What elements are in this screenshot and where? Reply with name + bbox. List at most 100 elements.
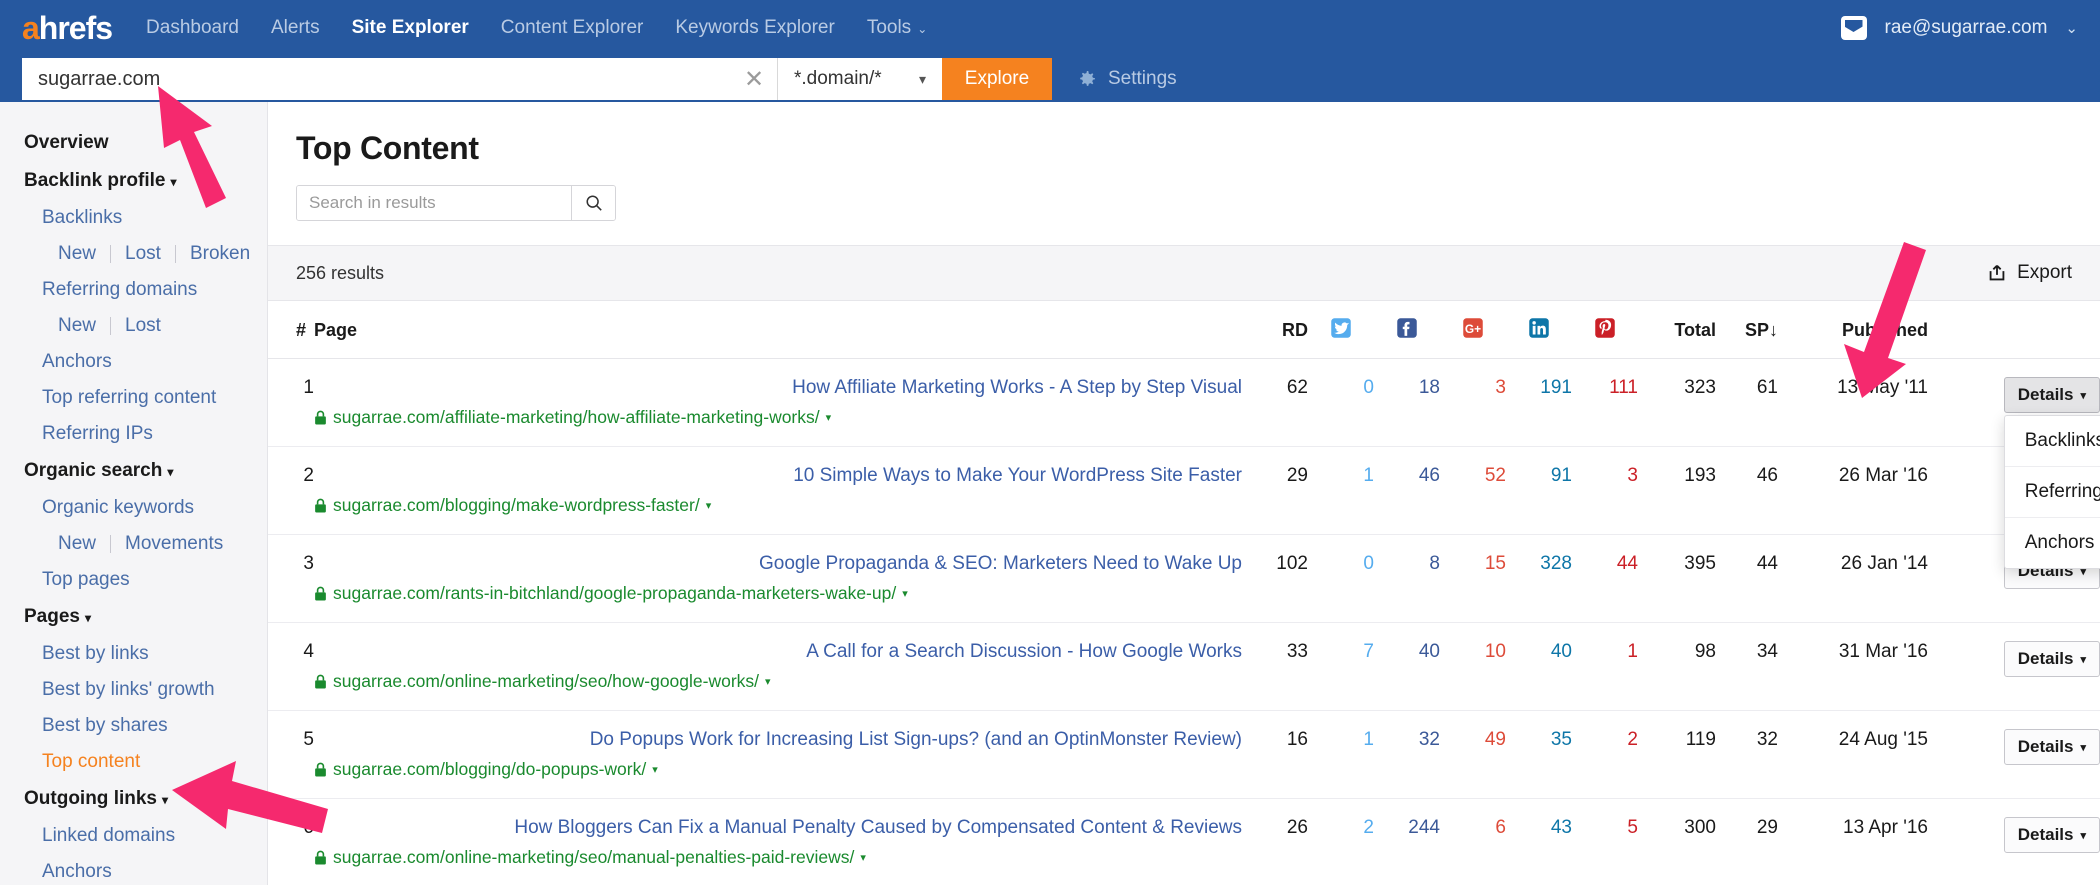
row-metric-fb[interactable]: 46 — [1374, 446, 1440, 535]
sidebar-group-organic-search[interactable]: Organic search ▾ — [0, 452, 267, 490]
sidebar-item-best-by-links[interactable]: Best by links — [0, 636, 267, 672]
row-metric-gp[interactable]: 3 — [1440, 358, 1506, 447]
column-header-twitter[interactable] — [1308, 301, 1374, 359]
chevron-down-icon[interactable]: ▾ — [652, 763, 658, 776]
page-title-link[interactable]: Google Propaganda & SEO: Marketers Need … — [314, 553, 1242, 575]
close-icon[interactable]: ✕ — [731, 58, 777, 100]
row-metric-gp[interactable]: 52 — [1440, 446, 1506, 535]
nav-link-keywords-explorer[interactable]: Keywords Explorer — [673, 13, 836, 43]
row-metric-tw[interactable]: 1 — [1308, 710, 1374, 799]
column-header-facebook[interactable] — [1374, 301, 1440, 359]
column-header-googleplus[interactable]: G+ — [1440, 301, 1506, 359]
search-in-results-input[interactable] — [297, 186, 571, 220]
row-metric-gp[interactable]: 15 — [1440, 534, 1506, 623]
page-url-link[interactable]: sugarrae.com/rants-in-bitchland/google-p… — [314, 583, 1242, 604]
page-title-link[interactable]: A Call for a Search Discussion - How Goo… — [314, 641, 1242, 663]
column-header-published[interactable]: Published — [1778, 301, 1928, 359]
chevron-down-icon[interactable]: ▾ — [860, 851, 866, 864]
column-header-total[interactable]: Total — [1638, 301, 1716, 359]
sidebar-sublink-broken[interactable]: Broken — [176, 243, 264, 265]
page-title-link[interactable]: How Bloggers Can Fix a Manual Penalty Ca… — [314, 817, 1242, 839]
nav-link-site-explorer[interactable]: Site Explorer — [350, 13, 471, 43]
row-metric-tw[interactable]: 2 — [1308, 798, 1374, 885]
sidebar-item-linked-domains[interactable]: Linked domains — [0, 818, 267, 854]
row-metric-gp[interactable]: 49 — [1440, 710, 1506, 799]
column-header-linkedin[interactable] — [1506, 301, 1572, 359]
page-url-link[interactable]: sugarrae.com/blogging/do-popups-work/ ▾ — [314, 759, 1242, 780]
sidebar-item-best-by-links-growth[interactable]: Best by links' growth — [0, 672, 267, 708]
details-button[interactable]: Details ▾ — [2003, 817, 2100, 853]
sidebar-item-top-referring-content[interactable]: Top referring content — [0, 380, 267, 416]
page-url-link[interactable]: sugarrae.com/online-marketing/seo/manual… — [314, 847, 1242, 868]
row-metric-fb[interactable]: 32 — [1374, 710, 1440, 799]
row-metric-li[interactable]: 328 — [1506, 534, 1572, 623]
sidebar-item-organic-keywords[interactable]: Organic keywords — [0, 490, 267, 526]
dropdown-item-anchors[interactable]: Anchors — [2005, 518, 2100, 568]
sidebar-group-pages[interactable]: Pages ▾ — [0, 598, 267, 636]
column-header-sp[interactable]: SP↓ — [1716, 301, 1778, 359]
page-title-link[interactable]: How Affiliate Marketing Works - A Step b… — [314, 377, 1242, 399]
row-metric-li[interactable]: 191 — [1506, 358, 1572, 447]
sidebar-item-anchors[interactable]: Anchors — [0, 344, 267, 380]
row-metric-li[interactable]: 91 — [1506, 446, 1572, 535]
details-button[interactable]: Details ▾ — [2003, 641, 2100, 677]
row-metric-tw[interactable]: 0 — [1308, 534, 1374, 623]
row-metric-fb[interactable]: 40 — [1374, 622, 1440, 711]
row-metric-pi[interactable]: 5 — [1572, 798, 1638, 885]
row-metric-li[interactable]: 40 — [1506, 622, 1572, 711]
chevron-down-icon[interactable]: ⌄ — [2065, 19, 2078, 37]
sidebar-item-overview[interactable]: Overview — [0, 124, 267, 162]
sidebar-sublink-movements[interactable]: Movements — [111, 533, 237, 555]
sidebar-item-top-content[interactable]: Top content — [0, 744, 267, 780]
nav-link-tools[interactable]: Tools ⌄ — [865, 13, 929, 43]
column-header-page[interactable]: Page — [314, 301, 1242, 359]
row-metric-fb[interactable]: 8 — [1374, 534, 1440, 623]
search-mode-select[interactable]: *.domain/* ▾ — [777, 58, 942, 100]
row-metric-gp[interactable]: 6 — [1440, 798, 1506, 885]
page-url-link[interactable]: sugarrae.com/blogging/make-wordpress-fas… — [314, 495, 1242, 516]
sidebar-item-top-pages[interactable]: Top pages — [0, 562, 267, 598]
sidebar-item-referring-ips[interactable]: Referring IPs — [0, 416, 267, 452]
sidebar-item-backlinks[interactable]: Backlinks — [0, 200, 267, 236]
dropdown-item-backlinks[interactable]: Backlinks — [2004, 416, 2100, 467]
row-metric-gp[interactable]: 10 — [1440, 622, 1506, 711]
row-metric-pi[interactable]: 111 — [1572, 358, 1638, 447]
nav-link-alerts[interactable]: Alerts — [269, 13, 322, 43]
sidebar-sublink-new[interactable]: New — [58, 315, 110, 337]
dropdown-item-referring-domains[interactable]: Referring domains — [2004, 467, 2100, 518]
chevron-down-icon[interactable]: ▾ — [765, 675, 771, 688]
column-header-pinterest[interactable] — [1572, 301, 1638, 359]
nav-link-dashboard[interactable]: Dashboard — [144, 13, 241, 43]
row-metric-pi[interactable]: 2 — [1572, 710, 1638, 799]
details-button[interactable]: Details ▾ — [2003, 377, 2100, 413]
chevron-down-icon[interactable]: ▾ — [826, 411, 832, 424]
row-metric-tw[interactable]: 7 — [1308, 622, 1374, 711]
user-email-label[interactable]: rae@sugarrae.com — [1885, 17, 2048, 39]
sidebar-sublink-lost[interactable]: Lost — [111, 243, 175, 265]
sidebar-item-best-by-shares[interactable]: Best by shares — [0, 708, 267, 744]
settings-link[interactable]: Settings — [1074, 67, 1177, 91]
page-url-link[interactable]: sugarrae.com/affiliate-marketing/how-aff… — [314, 407, 1242, 428]
nav-link-content-explorer[interactable]: Content Explorer — [499, 13, 646, 43]
sidebar-sublink-new[interactable]: New — [58, 243, 110, 265]
sidebar-sublink-lost[interactable]: Lost — [111, 315, 175, 337]
explore-button[interactable]: Explore — [942, 58, 1052, 100]
ahrefs-logo[interactable]: a hrefs — [22, 10, 113, 47]
sidebar-item-referring-domains[interactable]: Referring domains — [0, 272, 267, 308]
sidebar-item-anchors[interactable]: Anchors — [0, 854, 267, 885]
row-metric-tw[interactable]: 0 — [1308, 358, 1374, 447]
chevron-down-icon[interactable]: ▾ — [706, 499, 712, 512]
page-url-link[interactable]: sugarrae.com/online-marketing/seo/how-go… — [314, 671, 1242, 692]
row-metric-tw[interactable]: 1 — [1308, 446, 1374, 535]
row-metric-fb[interactable]: 18 — [1374, 358, 1440, 447]
inbox-icon[interactable] — [1840, 16, 1867, 40]
page-title-link[interactable]: 10 Simple Ways to Make Your WordPress Si… — [314, 465, 1242, 487]
page-title-link[interactable]: Do Popups Work for Increasing List Sign-… — [314, 729, 1242, 751]
column-header-rd[interactable]: RD — [1242, 301, 1308, 359]
sidebar-group-backlink-profile[interactable]: Backlink profile ▾ — [0, 162, 267, 200]
row-metric-pi[interactable]: 44 — [1572, 534, 1638, 623]
row-metric-li[interactable]: 43 — [1506, 798, 1572, 885]
sidebar-sublink-new[interactable]: New — [58, 533, 110, 555]
search-in-results-button[interactable] — [571, 186, 615, 220]
chevron-down-icon[interactable]: ▾ — [902, 587, 908, 600]
